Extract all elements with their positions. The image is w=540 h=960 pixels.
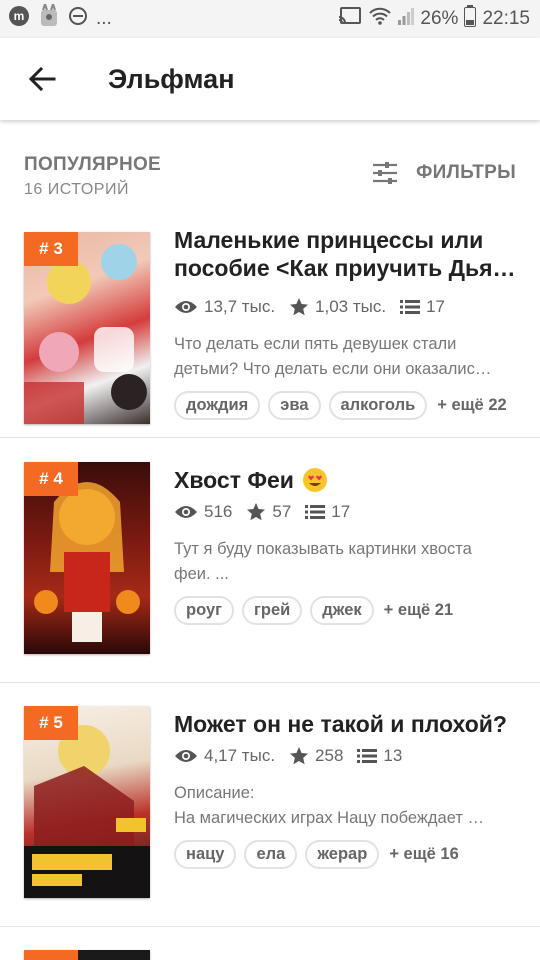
story-list[interactable]: # 3 Маленькие принцессы или пособие <Как… xyxy=(0,220,540,960)
story-count: 16 ИСТОРИЙ xyxy=(24,181,129,198)
app-bar: Эльфман xyxy=(0,38,540,120)
more-tags-link[interactable]: + ещё 21 xyxy=(384,601,453,620)
story-item[interactable]: # 4 Хвост Феи 516 57 17 Тут я буду показ… xyxy=(0,438,540,683)
avatar-notification-icon xyxy=(38,0,60,34)
app-notification-icon: m xyxy=(8,5,30,33)
story-tags: нацу ела жерар + ещё 16 xyxy=(174,840,459,869)
clock: 22:15 xyxy=(482,8,530,29)
parts-count: 13 xyxy=(383,746,403,765)
more-notifications-text: ... xyxy=(96,8,112,29)
section-title: ПОПУЛЯРНОЕ xyxy=(24,154,162,175)
story-stats: 13,7 тыс. 1,03 тыс. 17 xyxy=(174,297,459,317)
story-description-line2: феи. ... xyxy=(174,565,229,583)
tag-chip[interactable]: дождия xyxy=(174,391,261,420)
eye-icon xyxy=(175,750,197,762)
cast-icon xyxy=(338,6,362,32)
story-description-line2: На магических играх Нацу побеждает … xyxy=(174,809,485,827)
votes-stat: 1,03 тыс. xyxy=(289,297,386,317)
arrow-back-icon xyxy=(28,66,56,92)
eye-icon xyxy=(175,301,197,313)
story-stats: 516 57 17 xyxy=(174,502,364,522)
status-bar: m ... 26% 22:15 xyxy=(0,0,540,38)
tag-chip[interactable]: эва xyxy=(268,391,321,420)
tag-chip[interactable]: алкоголь xyxy=(328,391,428,420)
views-count: 13,7 тыс. xyxy=(204,297,276,316)
views-stat: 516 xyxy=(174,502,232,522)
parts-count: 17 xyxy=(426,297,446,316)
battery-icon xyxy=(464,5,477,33)
heart-eyes-emoji-icon xyxy=(302,468,327,492)
views-stat: 13,7 тыс. xyxy=(174,297,275,317)
story-item[interactable] xyxy=(0,926,540,960)
rank-badge: # 4 xyxy=(24,462,78,496)
votes-stat: 57 xyxy=(246,502,291,522)
list-icon xyxy=(305,505,326,519)
views-count: 4,17 тыс. xyxy=(204,746,276,765)
parts-stat: 13 xyxy=(357,746,402,766)
battery-percent: 26% xyxy=(420,8,459,29)
back-button[interactable] xyxy=(0,38,84,120)
story-stats: 4,17 тыс. 258 13 xyxy=(174,746,416,766)
story-description-line2: детьми? Что делать если они оказалис… xyxy=(174,360,492,378)
story-description-line1: Тут я буду показывать картинки хвоста xyxy=(174,540,472,558)
tag-chip[interactable]: роуг xyxy=(174,596,234,625)
svg-text:m: m xyxy=(14,9,25,23)
story-title-line1[interactable]: Маленькие принцессы или xyxy=(174,226,520,254)
rank-badge xyxy=(24,950,78,960)
votes-count: 1,03 тыс. xyxy=(315,297,387,316)
story-tags: дождия эва алкоголь + ещё 22 xyxy=(174,391,507,420)
story-title-line2[interactable]: пособие <Как приучить Дья… xyxy=(174,254,520,282)
signal-icon xyxy=(398,6,415,32)
filter-sliders-icon xyxy=(373,162,398,184)
eye-icon xyxy=(175,506,197,518)
tag-chip[interactable]: жерар xyxy=(305,840,380,869)
story-item[interactable]: # 3 Маленькие принцессы или пособие <Как… xyxy=(0,220,540,438)
story-tags: роуг грей джек + ещё 21 xyxy=(174,596,453,625)
tag-chip[interactable]: нацу xyxy=(174,840,237,869)
parts-stat: 17 xyxy=(305,502,350,522)
story-description-line1: Описание: xyxy=(174,784,255,802)
views-count: 516 xyxy=(204,502,233,521)
story-item[interactable]: # 5 Может он не такой и плохой? 4,17 тыс… xyxy=(0,682,540,927)
parts-count: 17 xyxy=(331,502,351,521)
wifi-icon xyxy=(368,6,392,32)
rank-badge: # 5 xyxy=(24,706,78,740)
star-icon xyxy=(290,298,309,316)
rank-badge: # 3 xyxy=(24,232,78,266)
story-title[interactable]: Может он не такой и плохой? xyxy=(174,710,520,738)
star-icon xyxy=(247,503,266,521)
votes-stat: 258 xyxy=(289,746,343,766)
tag-chip[interactable]: джек xyxy=(310,596,374,625)
story-title[interactable]: Хвост Феи xyxy=(174,466,294,494)
filters-button[interactable]: ФИЛЬТРЫ xyxy=(372,162,516,184)
tag-chip[interactable]: грей xyxy=(242,596,303,625)
votes-count: 258 xyxy=(315,746,344,765)
filters-label: ФИЛЬТРЫ xyxy=(416,162,516,183)
do-not-disturb-icon xyxy=(68,6,88,32)
list-icon xyxy=(400,300,421,314)
views-stat: 4,17 тыс. xyxy=(174,746,275,766)
story-description-line1: Что делать если пять девушек стали xyxy=(174,335,457,353)
more-tags-link[interactable]: + ещё 22 xyxy=(437,396,506,415)
page-title: Эльфман xyxy=(108,63,235,94)
more-tags-link[interactable]: + ещё 16 xyxy=(389,845,458,864)
list-icon xyxy=(357,749,378,763)
section-header: ПОПУЛЯРНОЕ 16 ИСТОРИЙ ФИЛЬТРЫ xyxy=(0,140,540,220)
story-title-row[interactable]: Хвост Феи xyxy=(174,466,520,494)
votes-count: 57 xyxy=(272,502,292,521)
star-icon xyxy=(290,747,309,765)
tag-chip[interactable]: ела xyxy=(244,840,298,869)
parts-stat: 17 xyxy=(400,297,445,317)
